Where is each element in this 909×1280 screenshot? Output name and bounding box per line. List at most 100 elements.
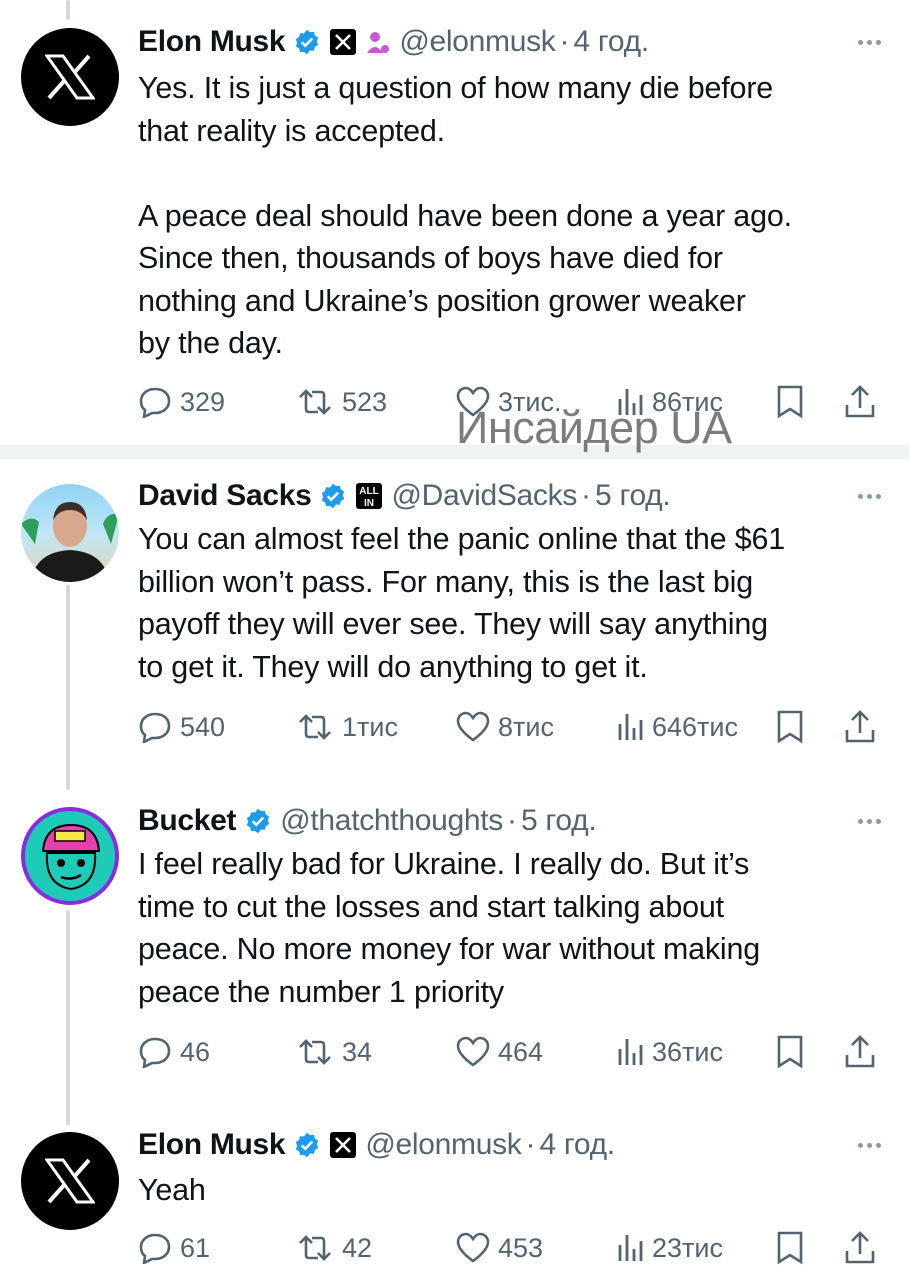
timestamp[interactable]: 4 год. (573, 25, 649, 59)
avatar[interactable] (21, 28, 119, 126)
user-handle[interactable]: @DavidSacks (391, 479, 577, 513)
user-handle[interactable]: @elonmusk (365, 1128, 521, 1162)
retweet-icon (299, 1039, 331, 1065)
retweet-count: 523 (342, 386, 388, 417)
tweet-actions: 46 34 464 36тис (138, 1031, 885, 1073)
avatar[interactable] (21, 807, 119, 905)
retweet-icon (299, 1235, 331, 1261)
reply-icon (139, 387, 171, 418)
tweet-text: Yeah (138, 1173, 206, 1207)
like-button[interactable]: 8тис (456, 706, 554, 748)
more-options-icon[interactable] (858, 22, 881, 62)
section-divider (0, 445, 909, 459)
display-name[interactable]: David Sacks (138, 479, 312, 513)
tweet[interactable]: Elon Musk @elonmusk · 4 год. Yes. It is … (0, 0, 909, 453)
tweet[interactable]: David Sacks ALL IN @DavidSacks · 5 год. Y… (0, 459, 909, 789)
avatar[interactable] (21, 1132, 119, 1230)
views-chart-icon (618, 1039, 643, 1065)
like-button[interactable]: 464 (456, 1031, 543, 1073)
user-handle[interactable]: @thatchthoughts (280, 804, 503, 838)
tweet[interactable]: Bucket @thatchthoughts · 5 год. I feel r… (0, 789, 909, 1114)
display-name[interactable]: Elon Musk (138, 1128, 286, 1162)
views-button[interactable]: 36тис (616, 1031, 723, 1073)
verified-badge-icon (244, 807, 272, 835)
share-icon (845, 1035, 875, 1068)
views-chart-icon (618, 714, 643, 740)
retweet-icon (299, 389, 331, 415)
retweet-count: 42 (342, 1232, 373, 1263)
timestamp[interactable]: 5 год. (595, 479, 671, 513)
bookmark-button[interactable] (776, 1227, 812, 1269)
retweet-button[interactable]: 42 (296, 1227, 372, 1269)
share-icon (845, 385, 875, 418)
like-count: 464 (498, 1036, 544, 1067)
retweet-count: 34 (342, 1036, 373, 1067)
heart-icon (456, 711, 490, 742)
reply-count: 329 (180, 386, 226, 417)
retweet-button[interactable]: 34 (296, 1031, 372, 1073)
heart-icon (456, 1036, 490, 1067)
retweet-button[interactable]: 1тис (296, 706, 398, 748)
views-chart-icon (618, 1235, 643, 1261)
tweet-text: You can almost feel the panic online tha… (138, 522, 785, 684)
bookmark-icon (777, 385, 803, 419)
separator-dot: · (525, 1128, 536, 1161)
share-button[interactable] (844, 1031, 884, 1073)
timestamp[interactable]: 4 год. (539, 1128, 615, 1162)
reply-count: 540 (180, 711, 226, 742)
retweet-icon (299, 714, 331, 740)
reply-button[interactable]: 61 (138, 1227, 210, 1269)
reply-button[interactable]: 46 (138, 1031, 210, 1073)
share-icon (845, 710, 875, 743)
reply-count: 46 (180, 1036, 211, 1067)
x-logo-icon (45, 54, 95, 100)
bookmark-icon (777, 710, 803, 744)
person-emoji-icon (365, 29, 391, 55)
user-handle[interactable]: @elonmusk (399, 25, 555, 59)
svg-text:ALL: ALL (360, 486, 379, 497)
reply-icon (139, 712, 171, 743)
more-options-icon[interactable] (858, 1125, 881, 1165)
like-button[interactable]: 453 (456, 1227, 543, 1269)
tweet-text: I feel really bad for Ukraine. I really … (138, 847, 761, 1009)
share-button[interactable] (844, 381, 884, 423)
separator-dot: · (581, 479, 592, 512)
timestamp[interactable]: 5 год. (521, 804, 597, 838)
reply-button[interactable]: 329 (138, 381, 225, 423)
display-name[interactable]: Elon Musk (138, 25, 286, 59)
share-button[interactable] (844, 706, 884, 748)
tweet[interactable]: Elon Musk @elonmusk · 4 год. Yeah 61 42 … (0, 1114, 909, 1280)
x-affiliate-badge-icon (329, 28, 357, 56)
retweet-button[interactable]: 523 (296, 381, 387, 423)
like-count: 8тис (498, 711, 554, 742)
tweet-actions: 61 42 453 23тис (138, 1227, 885, 1269)
display-name[interactable]: Bucket (138, 804, 237, 838)
heart-icon (456, 1232, 490, 1263)
bookmark-button[interactable] (776, 706, 812, 748)
reply-icon (139, 1037, 171, 1068)
bookmark-button[interactable] (776, 381, 812, 423)
retweet-count: 1тис (342, 711, 398, 742)
share-icon (845, 1231, 875, 1264)
share-button[interactable] (844, 1227, 884, 1269)
svg-text:IN: IN (364, 498, 374, 509)
more-options-icon[interactable] (858, 476, 881, 516)
reply-button[interactable]: 540 (138, 706, 225, 748)
reply-icon (139, 1233, 171, 1264)
bookmark-icon (777, 1035, 803, 1069)
verified-badge-icon (293, 1131, 321, 1159)
more-options-icon[interactable] (858, 801, 881, 841)
reply-count: 61 (180, 1232, 211, 1263)
x-logo-icon (45, 1158, 95, 1204)
avatar[interactable] (21, 484, 119, 582)
verified-badge-icon (319, 482, 347, 510)
views-count: 36тис (652, 1036, 723, 1067)
like-count: 453 (498, 1232, 544, 1263)
x-affiliate-badge-icon (329, 1131, 357, 1159)
all-in-affiliate-badge-icon: ALL IN (355, 482, 383, 510)
views-button[interactable]: 23тис (616, 1227, 723, 1269)
bookmark-button[interactable] (776, 1031, 812, 1073)
views-count: 646тис (652, 711, 738, 742)
bookmark-icon (777, 1231, 803, 1265)
views-button[interactable]: 646тис (616, 706, 738, 748)
